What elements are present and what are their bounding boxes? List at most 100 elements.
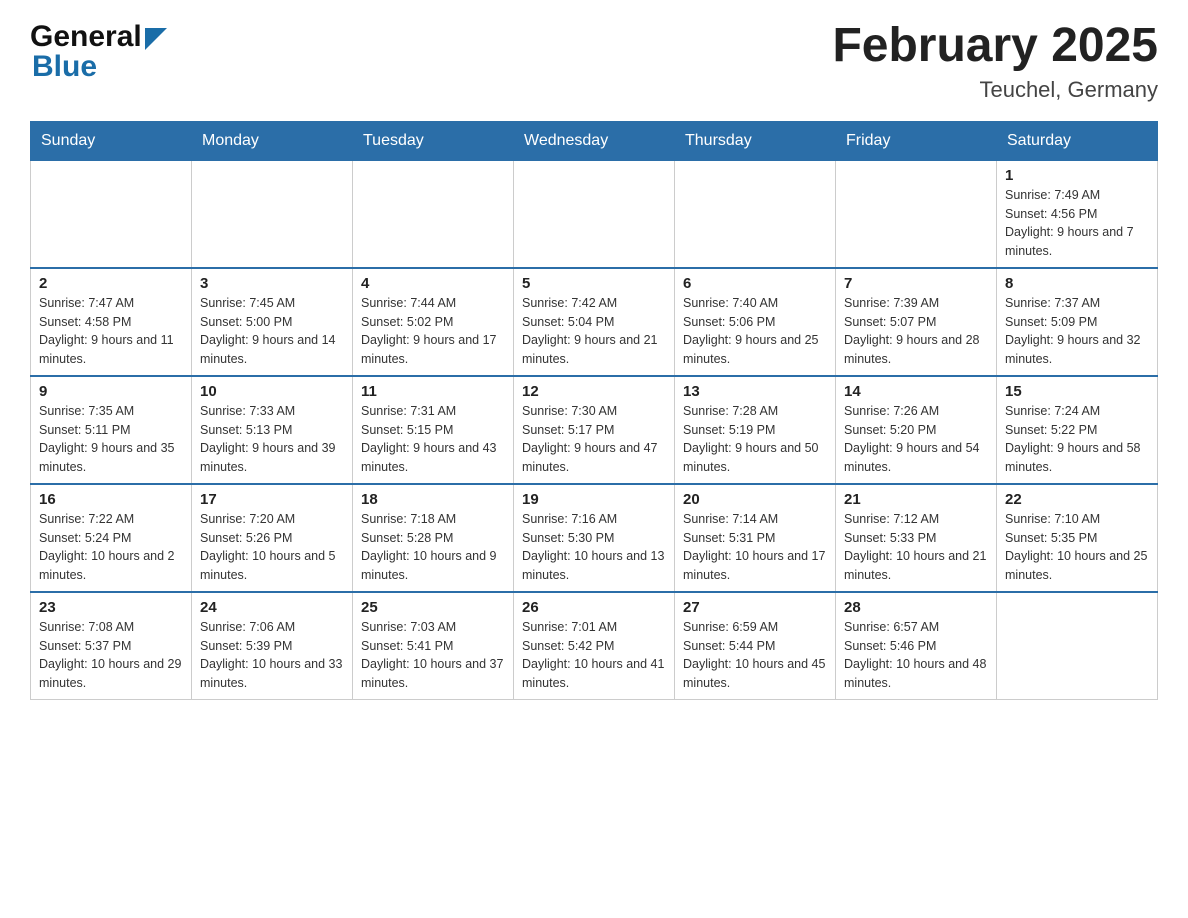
day-info: Sunrise: 7:08 AMSunset: 5:37 PMDaylight:…	[39, 618, 183, 693]
title-block: February 2025 Teuchel, Germany	[832, 20, 1158, 103]
day-of-week-saturday: Saturday	[997, 121, 1158, 160]
day-info: Sunrise: 7:26 AMSunset: 5:20 PMDaylight:…	[844, 402, 988, 477]
calendar-cell: 22 Sunrise: 7:10 AMSunset: 5:35 PMDayligh…	[997, 484, 1158, 592]
day-info: Sunrise: 7:16 AMSunset: 5:30 PMDaylight:…	[522, 510, 666, 585]
calendar-cell	[192, 160, 353, 268]
calendar-week-row: 1 Sunrise: 7:49 AMSunset: 4:56 PMDaylight…	[31, 160, 1158, 268]
day-number: 15	[1005, 383, 1149, 400]
calendar-cell: 3Sunrise: 7:45 AMSunset: 5:00 PMDaylight…	[192, 268, 353, 376]
calendar-cell	[675, 160, 836, 268]
day-number: 18	[361, 491, 505, 508]
day-number: 25	[361, 599, 505, 616]
calendar-week-row: 2 Sunrise: 7:47 AMSunset: 4:58 PMDaylight…	[31, 268, 1158, 376]
calendar-cell: 13Sunrise: 7:28 AMSunset: 5:19 PMDayligh…	[675, 376, 836, 484]
day-info: Sunrise: 7:40 AMSunset: 5:06 PMDaylight:…	[683, 294, 827, 369]
day-number: 1	[1005, 167, 1149, 184]
day-number: 19	[522, 491, 666, 508]
day-info: Sunrise: 7:47 AMSunset: 4:58 PMDaylight:…	[39, 294, 183, 369]
day-number: 26	[522, 599, 666, 616]
day-number: 27	[683, 599, 827, 616]
day-info: Sunrise: 7:24 AMSunset: 5:22 PMDaylight:…	[1005, 402, 1149, 477]
calendar-cell: 8 Sunrise: 7:37 AMSunset: 5:09 PMDaylight…	[997, 268, 1158, 376]
page-title: February 2025	[832, 20, 1158, 73]
day-number: 13	[683, 383, 827, 400]
calendar-cell: 11Sunrise: 7:31 AMSunset: 5:15 PMDayligh…	[353, 376, 514, 484]
day-info: Sunrise: 6:59 AMSunset: 5:44 PMDaylight:…	[683, 618, 827, 693]
calendar-cell: 27 Sunrise: 6:59 AMSunset: 5:44 PMDayligh…	[675, 592, 836, 700]
day-number: 21	[844, 491, 988, 508]
day-info: Sunrise: 7:37 AMSunset: 5:09 PMDaylight:…	[1005, 294, 1149, 369]
day-number: 4	[361, 275, 505, 292]
logo-blue-text: Blue	[32, 50, 167, 84]
calendar-cell: 12 Sunrise: 7:30 AMSunset: 5:17 PMDayligh…	[514, 376, 675, 484]
day-number: 24	[200, 599, 344, 616]
day-number: 22	[1005, 491, 1149, 508]
calendar-cell	[31, 160, 192, 268]
day-number: 9	[39, 383, 183, 400]
day-number: 16	[39, 491, 183, 508]
logo-arrow-icon	[145, 28, 167, 50]
day-number: 11	[361, 383, 505, 400]
calendar-header-row: SundayMondayTuesdayWednesdayThursdayFrid…	[31, 121, 1158, 160]
calendar-cell: 9 Sunrise: 7:35 AMSunset: 5:11 PMDaylight…	[31, 376, 192, 484]
calendar-week-row: 9 Sunrise: 7:35 AMSunset: 5:11 PMDaylight…	[31, 376, 1158, 484]
calendar-table: SundayMondayTuesdayWednesdayThursdayFrid…	[30, 121, 1158, 700]
day-info: Sunrise: 7:18 AMSunset: 5:28 PMDaylight:…	[361, 510, 505, 585]
calendar-cell: 2 Sunrise: 7:47 AMSunset: 4:58 PMDaylight…	[31, 268, 192, 376]
logo: General Blue	[30, 20, 167, 84]
calendar-cell: 10 Sunrise: 7:33 AMSunset: 5:13 PMDayligh…	[192, 376, 353, 484]
day-info: Sunrise: 7:45 AMSunset: 5:00 PMDaylight:…	[200, 294, 344, 369]
location-subtitle: Teuchel, Germany	[832, 77, 1158, 103]
calendar-cell: 26 Sunrise: 7:01 AMSunset: 5:42 PMDayligh…	[514, 592, 675, 700]
calendar-cell: 15 Sunrise: 7:24 AMSunset: 5:22 PMDayligh…	[997, 376, 1158, 484]
day-info: Sunrise: 7:10 AMSunset: 5:35 PMDaylight:…	[1005, 510, 1149, 585]
day-number: 8	[1005, 275, 1149, 292]
calendar-cell: 21 Sunrise: 7:12 AMSunset: 5:33 PMDayligh…	[836, 484, 997, 592]
day-info: Sunrise: 7:35 AMSunset: 5:11 PMDaylight:…	[39, 402, 183, 477]
day-info: Sunrise: 7:42 AMSunset: 5:04 PMDaylight:…	[522, 294, 666, 369]
day-info: Sunrise: 7:30 AMSunset: 5:17 PMDaylight:…	[522, 402, 666, 477]
calendar-cell: 20 Sunrise: 7:14 AMSunset: 5:31 PMDayligh…	[675, 484, 836, 592]
day-number: 2	[39, 275, 183, 292]
day-number: 12	[522, 383, 666, 400]
day-info: Sunrise: 7:20 AMSunset: 5:26 PMDaylight:…	[200, 510, 344, 585]
calendar-cell: 23 Sunrise: 7:08 AMSunset: 5:37 PMDayligh…	[31, 592, 192, 700]
day-of-week-monday: Monday	[192, 121, 353, 160]
day-number: 5	[522, 275, 666, 292]
calendar-cell: 6Sunrise: 7:40 AMSunset: 5:06 PMDaylight…	[675, 268, 836, 376]
calendar-cell: 14 Sunrise: 7:26 AMSunset: 5:20 PMDayligh…	[836, 376, 997, 484]
day-number: 14	[844, 383, 988, 400]
calendar-cell: 5 Sunrise: 7:42 AMSunset: 5:04 PMDaylight…	[514, 268, 675, 376]
calendar-cell	[836, 160, 997, 268]
logo-general-text: General	[30, 20, 142, 54]
day-of-week-thursday: Thursday	[675, 121, 836, 160]
calendar-cell	[353, 160, 514, 268]
calendar-cell: 24 Sunrise: 7:06 AMSunset: 5:39 PMDayligh…	[192, 592, 353, 700]
day-info: Sunrise: 7:14 AMSunset: 5:31 PMDaylight:…	[683, 510, 827, 585]
calendar-cell: 28Sunrise: 6:57 AMSunset: 5:46 PMDayligh…	[836, 592, 997, 700]
day-of-week-sunday: Sunday	[31, 121, 192, 160]
day-number: 23	[39, 599, 183, 616]
day-of-week-friday: Friday	[836, 121, 997, 160]
day-info: Sunrise: 6:57 AMSunset: 5:46 PMDaylight:…	[844, 618, 988, 693]
day-of-week-tuesday: Tuesday	[353, 121, 514, 160]
calendar-cell: 18 Sunrise: 7:18 AMSunset: 5:28 PMDayligh…	[353, 484, 514, 592]
day-number: 20	[683, 491, 827, 508]
calendar-cell: 4Sunrise: 7:44 AMSunset: 5:02 PMDaylight…	[353, 268, 514, 376]
calendar-week-row: 23 Sunrise: 7:08 AMSunset: 5:37 PMDayligh…	[31, 592, 1158, 700]
calendar-cell: 16 Sunrise: 7:22 AMSunset: 5:24 PMDayligh…	[31, 484, 192, 592]
calendar-cell	[514, 160, 675, 268]
calendar-cell: 25Sunrise: 7:03 AMSunset: 5:41 PMDayligh…	[353, 592, 514, 700]
calendar-cell: 7Sunrise: 7:39 AMSunset: 5:07 PMDaylight…	[836, 268, 997, 376]
calendar-cell: 19 Sunrise: 7:16 AMSunset: 5:30 PMDayligh…	[514, 484, 675, 592]
calendar-cell: 17Sunrise: 7:20 AMSunset: 5:26 PMDayligh…	[192, 484, 353, 592]
day-info: Sunrise: 7:06 AMSunset: 5:39 PMDaylight:…	[200, 618, 344, 693]
day-info: Sunrise: 7:12 AMSunset: 5:33 PMDaylight:…	[844, 510, 988, 585]
day-info: Sunrise: 7:33 AMSunset: 5:13 PMDaylight:…	[200, 402, 344, 477]
day-info: Sunrise: 7:22 AMSunset: 5:24 PMDaylight:…	[39, 510, 183, 585]
day-number: 10	[200, 383, 344, 400]
day-info: Sunrise: 7:01 AMSunset: 5:42 PMDaylight:…	[522, 618, 666, 693]
calendar-cell	[997, 592, 1158, 700]
day-info: Sunrise: 7:49 AMSunset: 4:56 PMDaylight:…	[1005, 186, 1149, 261]
calendar-week-row: 16 Sunrise: 7:22 AMSunset: 5:24 PMDayligh…	[31, 484, 1158, 592]
